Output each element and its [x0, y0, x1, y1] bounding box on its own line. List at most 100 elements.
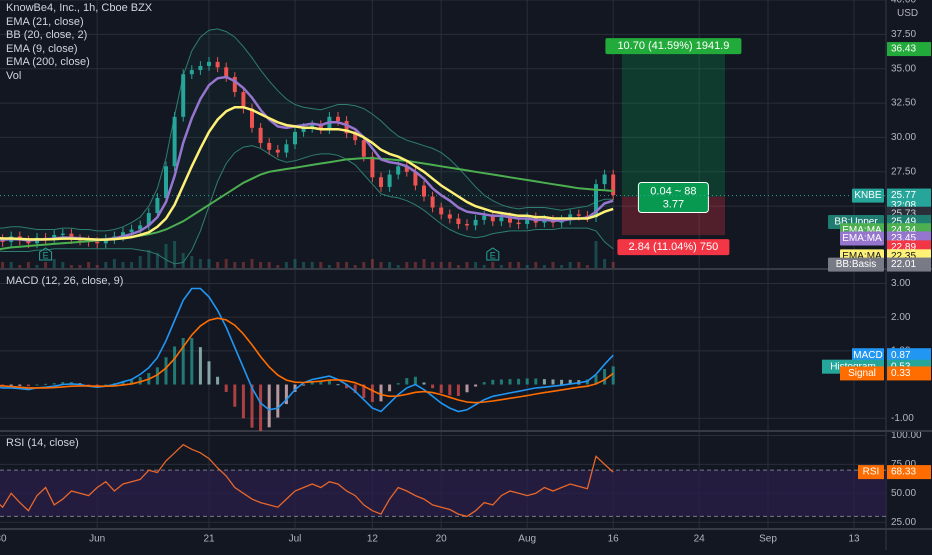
volume-bar [224, 259, 228, 268]
macd-histogram-bar [603, 369, 607, 385]
macd-histogram-bar [388, 384, 392, 392]
target-label: 10.70 (41.59%) 1941.9 [617, 40, 729, 52]
macd-histogram-bar [474, 384, 478, 387]
volume-bar [585, 265, 589, 268]
candle-body [387, 174, 392, 187]
price-tag-label: EMA:MA [842, 233, 882, 244]
candle-body [379, 177, 383, 187]
candle-body [447, 214, 452, 219]
macd-histogram-bar [448, 384, 452, 396]
legend-ema200[interactable]: EMA (200, close) [6, 56, 152, 70]
candle-body [370, 156, 375, 178]
volume-bar [560, 265, 564, 268]
rsi-tag-label: RSI [863, 467, 880, 478]
volume-bar [525, 265, 529, 268]
macd-histogram-bar [491, 379, 495, 385]
risk-reward-line1: 0.04 ~ 88 [650, 185, 696, 197]
candle-body [207, 61, 211, 66]
volume-bar [353, 265, 357, 268]
candle-body [396, 166, 401, 175]
candle-body [258, 127, 263, 143]
rsi-axis-badge: 68.33 [891, 467, 916, 478]
macd-legend[interactable]: MACD (12, 26, close, 9) [6, 275, 123, 289]
macd-histogram-bar [611, 366, 615, 385]
candle-body [456, 218, 461, 225]
volume-bar [577, 262, 581, 268]
macd-histogram-bar [405, 378, 409, 385]
volume-bar [594, 241, 598, 268]
volume-bar [482, 265, 486, 268]
time-axis-tick: 20 [436, 534, 448, 545]
volume-bar [517, 262, 521, 268]
macd-histogram-bar [26, 384, 30, 387]
profit-zone [621, 49, 725, 197]
price-axis-tick: 40.00 [891, 0, 916, 6]
candle-body [189, 70, 194, 75]
macd-histogram-bar [482, 382, 486, 385]
macd-histogram-bar [560, 379, 564, 385]
symbol-title[interactable]: KnowBe4, Inc., 1h, Cboe BZX [6, 2, 152, 16]
candle-body [284, 144, 289, 153]
volume-bar [422, 259, 426, 268]
candle-body [172, 116, 177, 167]
macd-axis-badge: 0.87 [891, 350, 911, 361]
candle-body [198, 65, 203, 71]
macd-tag-label: MACD [853, 350, 882, 361]
macd-histogram-bar [224, 384, 228, 392]
macd-histogram-bar [465, 384, 469, 393]
macd-histogram-bar [52, 383, 56, 385]
volume-bar [370, 259, 374, 268]
macd-histogram-bar [542, 379, 546, 385]
price-axis-tick: 32.50 [891, 98, 916, 109]
macd-histogram-bar [327, 380, 331, 385]
stop-label: 2.84 (11.04%) 750 [629, 241, 719, 253]
candle-body [430, 196, 435, 208]
candle-body [611, 174, 616, 196]
volume-bar [78, 265, 82, 268]
rsi-legend[interactable]: RSI (14, close) [6, 437, 79, 451]
volume-bar [52, 259, 56, 268]
legend-ema9[interactable]: EMA (9, close) [6, 43, 152, 57]
volume-bar [456, 265, 460, 268]
candle-body [95, 241, 100, 244]
volume-bar [499, 265, 503, 268]
candle-body [129, 229, 134, 233]
candle-body [275, 149, 280, 153]
volume-bar [448, 262, 452, 268]
volume-bar [121, 262, 125, 268]
volume-bar [568, 262, 572, 268]
volume-bar [405, 262, 409, 268]
volume-bar [491, 262, 495, 268]
volume-bar [95, 265, 99, 268]
candle-body [439, 207, 444, 215]
volume-bar [1, 262, 5, 268]
time-axis-tick: 12 [367, 534, 379, 545]
legend-bb[interactable]: BB (20, close, 2) [6, 29, 152, 43]
candle-body [499, 217, 504, 222]
macd-title[interactable]: MACD (12, 26, close, 9) [6, 275, 123, 289]
volume-bar [241, 262, 245, 268]
legend-vol[interactable]: Vol [6, 70, 152, 84]
earnings-marker-letter: E [43, 250, 49, 260]
legend-ema21[interactable]: EMA (21, close) [6, 16, 152, 30]
time-axis-tick: Sep [759, 534, 777, 545]
earnings-marker-letter: E [490, 250, 496, 260]
volume-bar [35, 265, 39, 268]
macd-histogram-bar [439, 384, 443, 393]
candle-body [155, 197, 160, 214]
volume-bar [474, 262, 478, 268]
rsi-axis-tick: 25.00 [891, 517, 916, 528]
volume-bar [388, 262, 392, 268]
volume-bar [69, 265, 73, 268]
chart-workspace[interactable]: 40.00 37.50 35.00 32.50 30.00 27.50 25.00 3.00 2… [0, 0, 932, 550]
rsi-title[interactable]: RSI (14, close) [6, 437, 79, 451]
volume-bar [284, 262, 288, 268]
candle-body [465, 224, 469, 226]
macd-histogram-bar [44, 383, 48, 385]
price-axis-tick: 27.50 [891, 166, 916, 177]
volume-bar [104, 262, 108, 268]
candle-body [224, 67, 229, 77]
macd-histogram-bar [302, 384, 306, 386]
risk-reward-line2: 3.77 [663, 198, 684, 210]
macd-histogram-bar [517, 378, 521, 385]
